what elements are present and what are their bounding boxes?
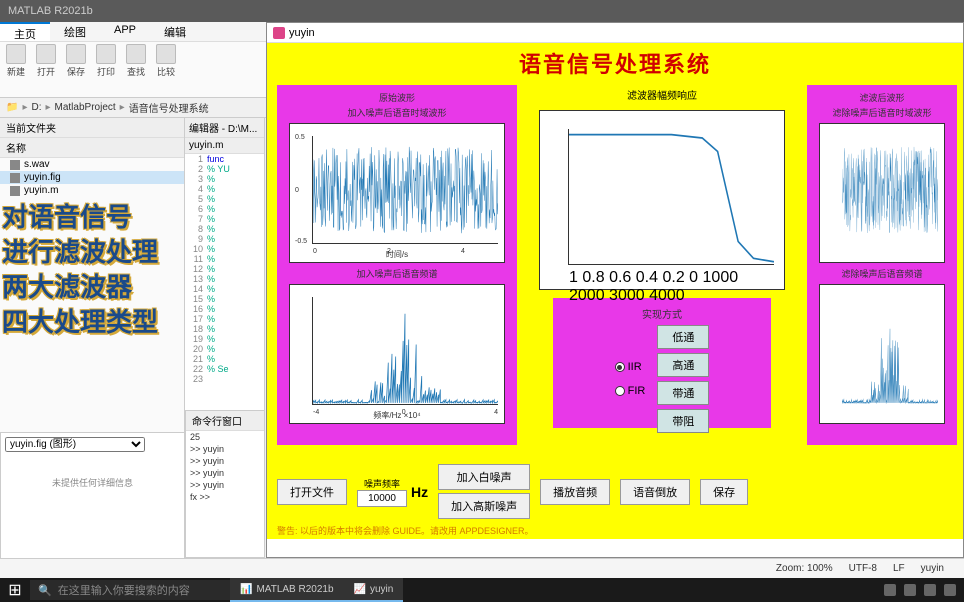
radio-fir[interactable]: FIR [615,385,646,397]
filter-response-title: 滤波器幅频响应 [533,85,791,104]
plot-spectrum-filtered [819,284,945,424]
panel-title: 当前文件夹 [0,118,184,138]
radio-icon [615,386,625,396]
start-button[interactable]: ⊞ [0,578,30,602]
plot4-title: 滤除噪声后语音频谱 [813,267,951,280]
file-item[interactable]: yuyin.fig [0,171,184,184]
fig-icon [10,173,20,183]
compare-icon [156,44,176,64]
open-icon [36,44,56,64]
radio-iir[interactable]: IIR [615,361,646,373]
search-icon: 🔍 [38,584,52,597]
file-item[interactable]: s.wav [0,158,184,171]
figure-titlebar[interactable]: yuyin [267,23,963,43]
highpass-button[interactable]: 高通 [657,353,709,377]
save-icon [66,44,86,64]
tab-editor[interactable]: 编辑 [150,22,200,41]
path-folder2[interactable]: 语音信号处理系统 [129,100,209,115]
audio-icon [10,160,20,170]
new-icon [6,44,26,64]
tray-icon[interactable] [904,584,916,596]
figure-window: yuyin 语音信号处理系统 原始波形 加入噪声后语音时域波形 0.50-0.5… [266,22,964,558]
tray-icon[interactable] [924,584,936,596]
save-button[interactable]: 保存 [700,479,748,505]
plot3-title: 滤除噪声后语音时域波形 [813,106,951,119]
mfile-icon [10,186,20,196]
plot-time-domain-noisy: 0.50-0.5 024 时间/s [289,123,505,263]
find-icon [126,44,146,64]
figure-title: yuyin [289,27,315,39]
method-title: 实现方式 [561,306,763,321]
plot1-title: 加入噪声后语音时域波形 [283,106,511,119]
status-encoding[interactable]: UTF-8 [849,563,877,574]
editor-tab[interactable]: yuyin.m [185,138,264,154]
overlay-caption: 对语音信号 进行滤波处理 两大滤波器 四大处理类型 [2,200,158,340]
freq-label: 噪声频率 [364,477,400,490]
filter-method-panel: 实现方式 IIR FIR 低通 高通 带通 带阻 [553,298,771,428]
tab-home[interactable]: 主页 [0,22,50,41]
lowpass-button[interactable]: 低通 [657,325,709,349]
cmd-title: 命令行窗口 [186,411,264,431]
panel-title-right: 滤波后波形 [813,91,951,104]
tray-icon[interactable] [884,584,896,596]
system-tray[interactable] [884,584,964,596]
matlab-fig-icon [273,27,285,39]
plot-time-domain-filtered [819,123,945,263]
figure-icon: 📈 [354,584,366,595]
ribbon-new[interactable]: 新建 [6,44,26,95]
column-header-name[interactable]: 名称 [0,138,184,158]
status-function[interactable]: yuyin [921,563,944,574]
status-zoom[interactable]: Zoom: 100% [776,563,833,574]
open-file-button[interactable]: 打开文件 [277,479,347,505]
file-item[interactable]: yuyin.m [0,184,184,197]
ribbon-find[interactable]: 查找 [126,44,146,95]
command-window[interactable]: 命令行窗口 25>> yuyin>> yuyin>> yuyin>> yuyin… [185,410,265,558]
figure-body: 语音信号处理系统 原始波形 加入噪声后语音时域波形 0.50-0.5 024 时… [267,43,963,539]
plot2-title: 加入噪声后语音频谱 [283,267,511,280]
ribbon-print[interactable]: 打印 [96,44,116,95]
path-drive[interactable]: D: [31,102,41,113]
center-controls: 滤波器幅频响应 1 0.8 0.6 0.4 0.2 0 1000 2000 30… [533,85,791,436]
tray-icon[interactable] [944,584,956,596]
status-eol[interactable]: LF [893,563,905,574]
panel-title-left: 原始波形 [283,91,511,104]
folder-icon: 📁 [6,102,18,113]
figure-main-title: 语音信号处理系统 [519,47,711,79]
radio-icon [615,362,625,372]
editor-body[interactable]: 1func2% YU3%4%5%6%7%8%9%10%11%12%13%14%1… [185,154,264,384]
workspace-panel: yuyin.fig (图形) 未提供任何详细信息 [0,432,185,560]
freq-unit: Hz [411,484,428,500]
windows-taskbar: ⊞ 🔍 在这里输入你要搜索的内容 📊MATLAB R2021b 📈yuyin [0,578,964,602]
play-audio-button[interactable]: 播放音频 [540,479,610,505]
noise-frequency-input[interactable] [357,490,407,507]
windows-search[interactable]: 🔍 在这里输入你要搜索的内容 [30,580,230,600]
matlab-icon: 📊 [240,584,252,595]
bandpass-button[interactable]: 带通 [657,381,709,405]
ribbon-compare[interactable]: 比较 [156,44,176,95]
app-titlebar: MATLAB R2021b [0,0,964,22]
ribbon-open[interactable]: 打开 [36,44,56,95]
editor-title: 编辑器 - D:\M... [185,118,264,138]
add-white-noise-button[interactable]: 加入白噪声 [438,464,530,490]
original-waveform-panel: 原始波形 加入噪声后语音时域波形 0.50-0.5 024 时间/s 加入噪声后… [277,85,517,445]
tab-app[interactable]: APP [100,22,150,41]
bottom-button-row: 打开文件 噪声频率 Hz 加入白噪声 加入高斯噪声 播放音频 语音倒放 保存 [277,464,953,519]
ribbon-save[interactable]: 保存 [66,44,86,95]
status-bar: Zoom: 100% UTF-8 LF yuyin [0,558,964,578]
taskbar-figure[interactable]: 📈yuyin [344,578,404,602]
plot-filter-response: 1 0.8 0.6 0.4 0.2 0 1000 2000 3000 4000 [539,110,785,290]
filtered-waveform-panel: 滤波后波形 滤除噪声后语音时域波形 滤除噪声后语音频谱 [807,85,957,445]
path-folder1[interactable]: MatlabProject [55,102,116,113]
tab-plot[interactable]: 绘图 [50,22,100,41]
workspace-select[interactable]: yuyin.fig (图形) [5,437,145,452]
bandstop-button[interactable]: 带阻 [657,409,709,433]
add-gaussian-noise-button[interactable]: 加入高斯噪声 [438,493,530,519]
reverse-audio-button[interactable]: 语音倒放 [620,479,690,505]
guide-deprecation-warning: 警告: 以后的版本中将会删除 GUIDE。请改用 APPDESIGNER。 [277,524,534,537]
taskbar-matlab[interactable]: 📊MATLAB R2021b [230,578,344,602]
app-title: MATLAB R2021b [8,5,93,17]
workspace-empty-msg: 未提供任何详细信息 [1,476,184,489]
plot-spectrum-noisy: -404 频率/Hz ×10⁴ [289,284,505,424]
print-icon [96,44,116,64]
